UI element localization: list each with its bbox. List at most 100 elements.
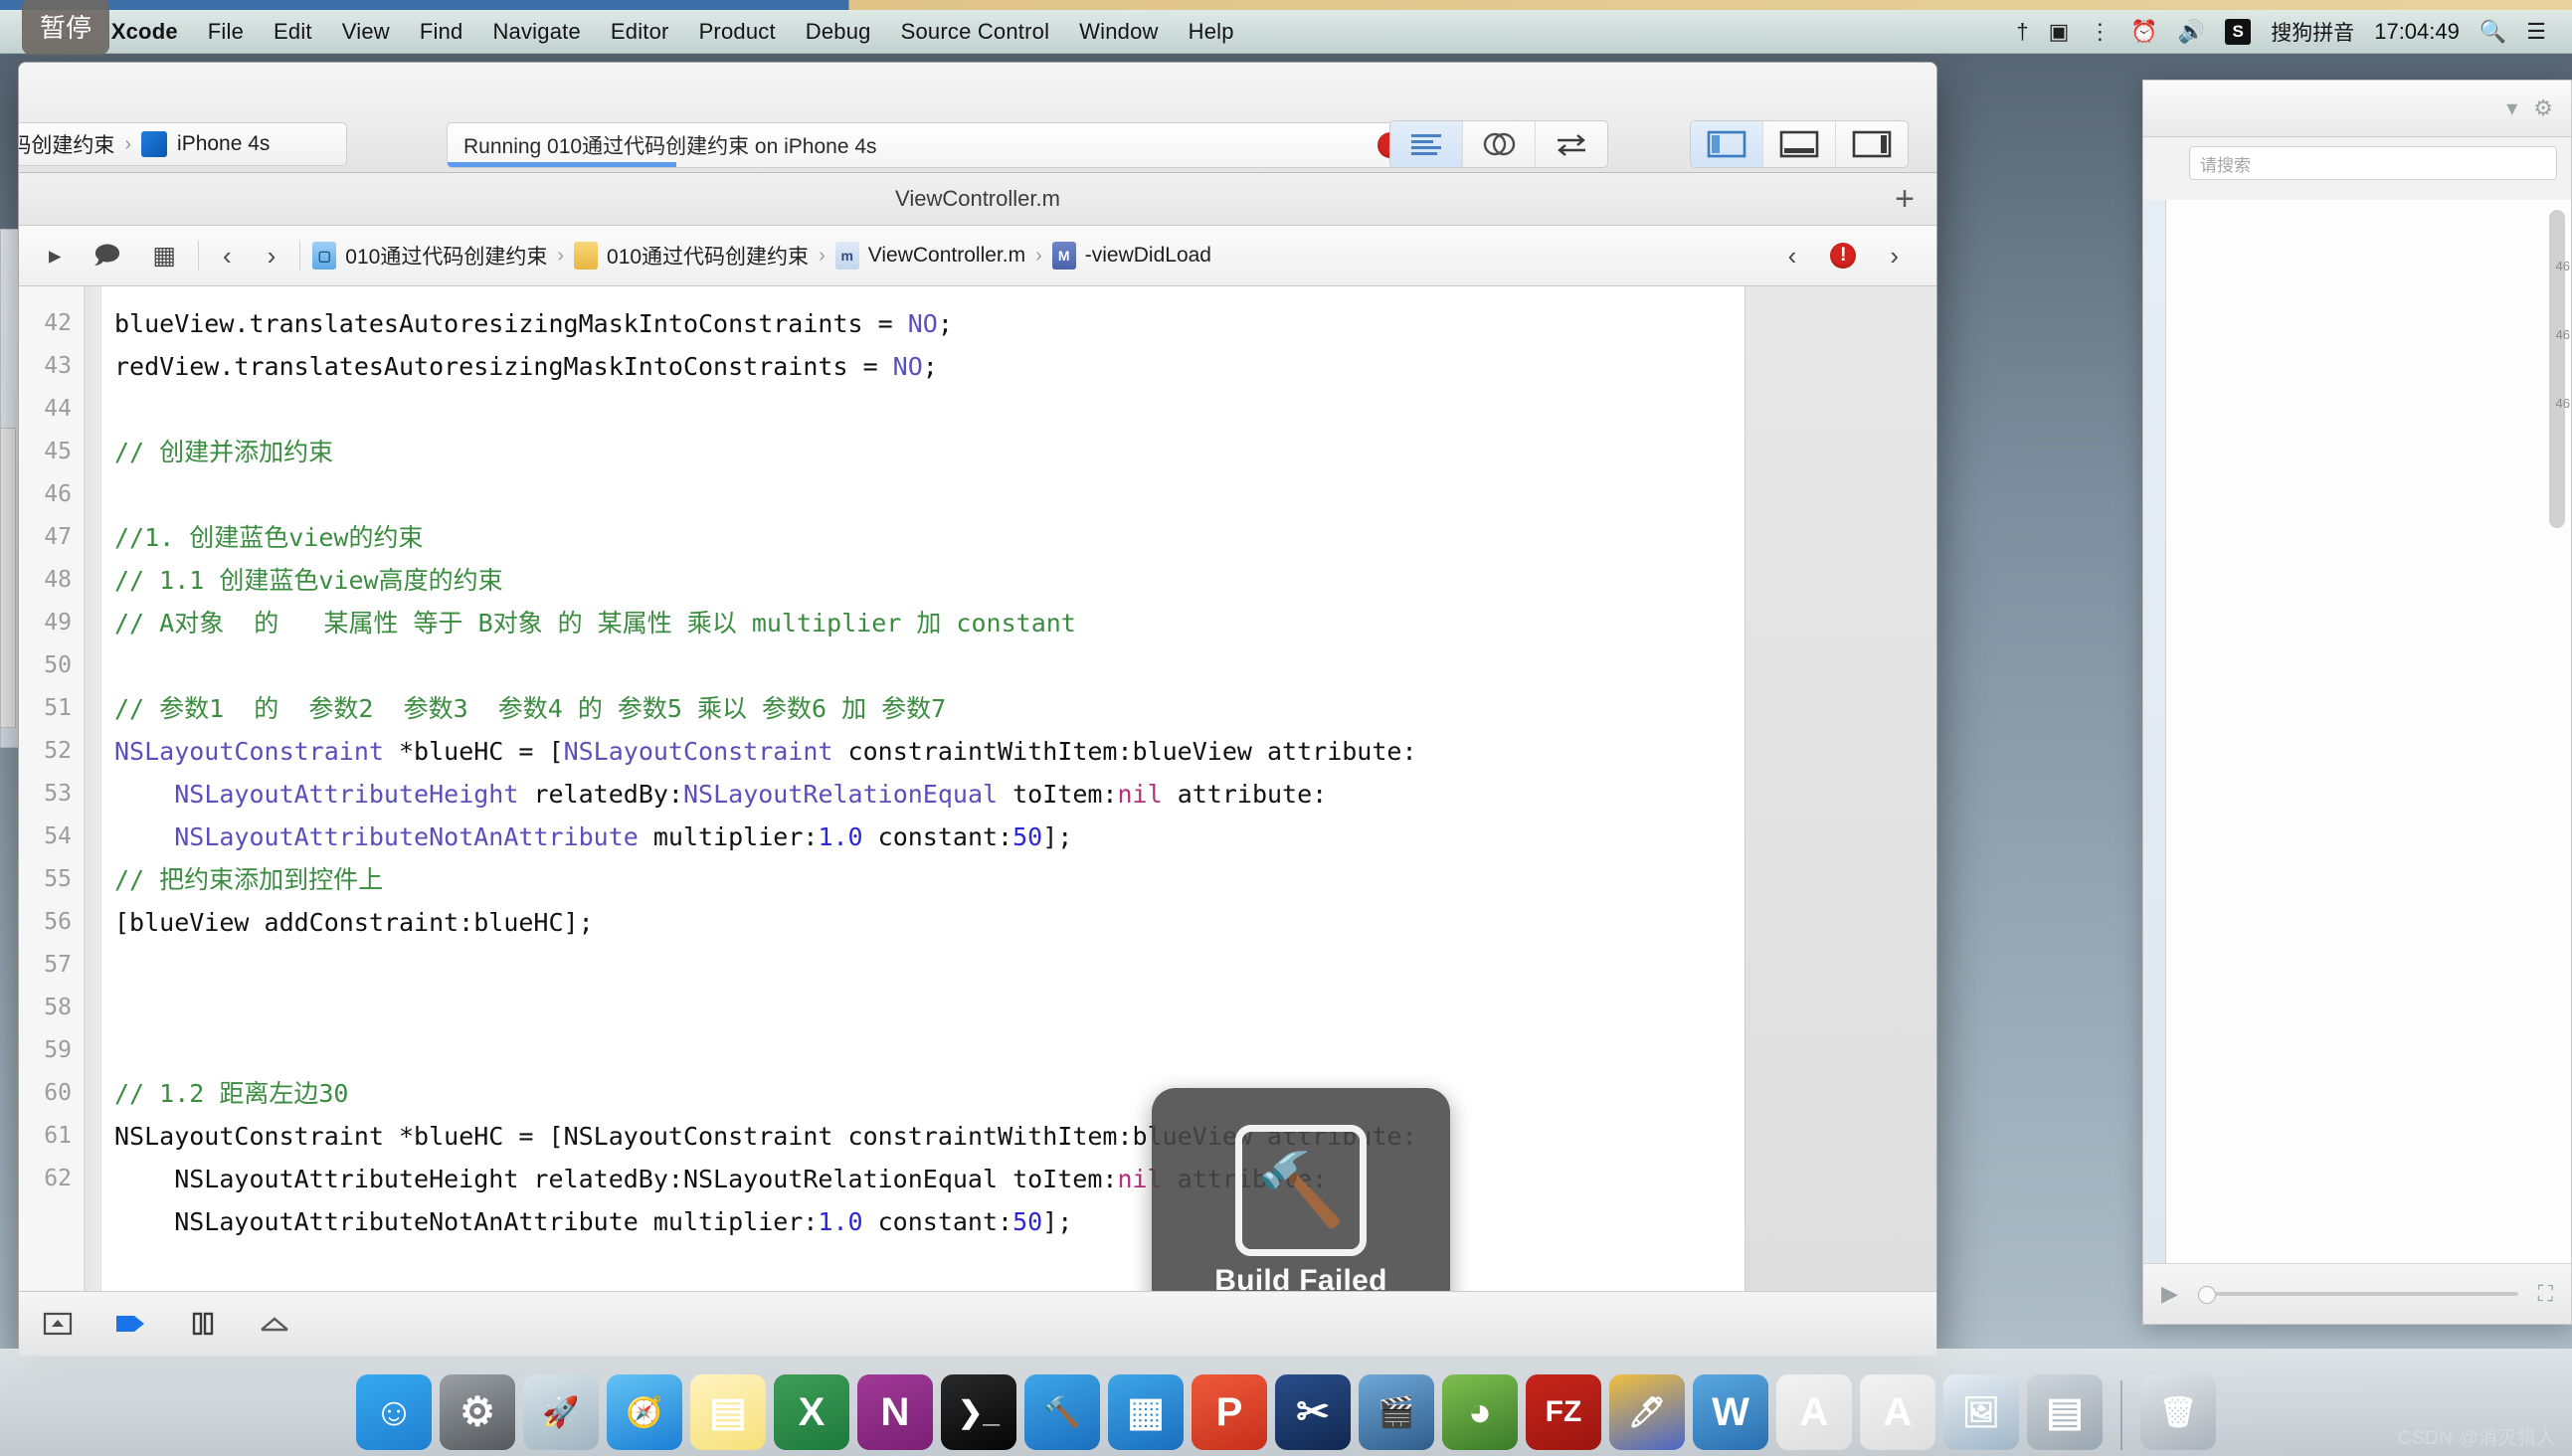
code-line[interactable]: NSLayoutAttributeNotAnAttribute multipli… [114, 1200, 1936, 1243]
version-editor-button[interactable] [1536, 121, 1607, 167]
menu-item-debug[interactable]: Debug [791, 19, 886, 45]
code-line[interactable] [114, 1243, 1936, 1286]
code-line[interactable]: // A对象 的 某属性 等于 B对象 的 某属性 乘以 multiplier … [114, 602, 1936, 644]
code-line[interactable]: NSLayoutConstraint *blueHC = [NSLayoutCo… [114, 730, 1936, 773]
code-line[interactable] [114, 473, 1936, 516]
menu-item-view[interactable]: View [327, 19, 405, 45]
dock-item-app-store-a[interactable]: A [1776, 1374, 1852, 1450]
code-line[interactable]: NSLayoutAttributeHeight relatedBy:NSLayo… [114, 773, 1936, 816]
related-items-icon[interactable]: ▦ [136, 244, 192, 269]
breadcrumb-item-method[interactable]: M -viewDidLoad [1046, 242, 1217, 270]
menu-item-file[interactable]: File [193, 19, 259, 45]
playback-slider[interactable] [2198, 1292, 2518, 1296]
dock-item-sketch-pen[interactable]: 🖊 [1609, 1374, 1685, 1450]
input-method-badge[interactable]: S [2225, 19, 2251, 45]
code-line[interactable]: // 创建并添加约束 [114, 431, 1936, 473]
play-icon[interactable]: ▶ [2161, 1283, 2178, 1305]
menu-item-navigate[interactable]: Navigate [477, 19, 595, 45]
code-line[interactable]: [blueView addConstraint:blueHC]; [114, 901, 1936, 944]
pause-button[interactable] [190, 1311, 216, 1337]
dock-item-navicat[interactable]: ◕ [1442, 1374, 1518, 1450]
scheme-selector[interactable]: 10通过代码创建约束 › iPhone 4s [18, 122, 347, 166]
code-line[interactable]: //1. 创建蓝色view的约束 [114, 516, 1936, 559]
dock-item-app-store-b[interactable]: A [1860, 1374, 1935, 1450]
dock-item-launchpad[interactable]: 🚀 [523, 1374, 599, 1450]
dock-item-xcode[interactable]: 🔨 [1024, 1374, 1100, 1450]
dock-item-preview[interactable]: 🖼 [1943, 1374, 2019, 1450]
fullscreen-icon[interactable]: ⛶ [2538, 1283, 2553, 1305]
dock-item-onenote[interactable]: N [857, 1374, 933, 1450]
code-line[interactable] [114, 388, 1936, 431]
dock-item-word[interactable]: W [1693, 1374, 1768, 1450]
left-background-window-b[interactable] [0, 428, 16, 728]
previous-issue-button[interactable]: ‹ [1770, 241, 1815, 272]
code-line[interactable] [114, 1029, 1936, 1072]
dock-item-trash[interactable]: 🗑 [2140, 1374, 2216, 1450]
input-method-label[interactable]: 搜狗拼音 [2271, 17, 2354, 47]
next-issue-button[interactable]: › [1872, 241, 1917, 272]
code-line[interactable]: // 1.2 距离左边30 [114, 1072, 1936, 1115]
dock-item-pdf-reader[interactable]: P [1192, 1374, 1267, 1450]
screen-record-icon[interactable]: ▣ [2049, 21, 2070, 43]
navigate-back-button[interactable]: ‹ [205, 241, 250, 272]
breadcrumb-item-folder[interactable]: 010通过代码创建约束 [568, 241, 815, 271]
dock-item-video-editor[interactable]: 🎬 [1359, 1374, 1434, 1450]
background-window[interactable]: ▾ ⚙ 请搜索 ▶ ⛶ [2142, 80, 2572, 1325]
assistant-editor-button[interactable] [1463, 121, 1536, 167]
dock-item-safari[interactable]: 🧭 [607, 1374, 682, 1450]
breadcrumb-item-file[interactable]: m ViewController.m [829, 242, 1031, 270]
notification-center-icon[interactable]: ☰ [2526, 21, 2546, 43]
gear-icon[interactable]: ⚙ [2533, 97, 2553, 119]
code-line[interactable] [114, 987, 1936, 1029]
step-over-button[interactable] [258, 1312, 291, 1336]
menu-bar-clock[interactable]: 17:04:49 [2374, 19, 2460, 45]
menu-item-window[interactable]: Window [1064, 19, 1173, 45]
menu-item-source-control[interactable]: Source Control [886, 19, 1065, 45]
dock-item-terminal[interactable]: ❯_ [941, 1374, 1016, 1450]
audio-wave-icon[interactable]: ⋮ [2089, 21, 2111, 43]
plus-icon[interactable]: + [1895, 182, 1915, 216]
bluetooth-icon[interactable]: † [2016, 21, 2028, 43]
menu-item-product[interactable]: Product [684, 19, 791, 45]
code-line[interactable] [114, 944, 1936, 987]
toggle-debug-area-button[interactable] [1763, 121, 1836, 167]
standard-editor-button[interactable] [1390, 121, 1463, 167]
chevron-icon[interactable]: ▾ [2506, 97, 2517, 119]
dock-item-excel[interactable]: X [774, 1374, 849, 1450]
menu-item-edit[interactable]: Edit [259, 19, 327, 45]
dock-item-snipaste[interactable]: ✂ [1275, 1374, 1351, 1450]
dock-item-finder[interactable]: ☺ [356, 1374, 432, 1450]
chevron-left-small-icon[interactable]: ▸ [33, 244, 78, 269]
code-line[interactable]: // 1.1 创建蓝色view高度的约束 [114, 559, 1936, 602]
code-line[interactable]: // 参数1 的 参数2 参数3 参数4 的 参数5 乘以 参数6 加 参数7 [114, 687, 1936, 730]
code-line[interactable]: blueView.translatesAutoresizingMaskIntoC… [114, 302, 1936, 345]
dock-item-system-preferences[interactable]: ⚙ [440, 1374, 515, 1450]
code-line[interactable] [114, 644, 1936, 687]
hide-debug-area-button[interactable] [43, 1311, 73, 1337]
dock-item-filezilla[interactable]: FZ [1526, 1374, 1601, 1450]
menu-item-editor[interactable]: Editor [596, 19, 684, 45]
error-icon[interactable]: ! [1830, 243, 1856, 269]
comment-icon[interactable]: 🗩 [78, 244, 137, 269]
source-editor[interactable]: 4243444546474849505152535455565758596061… [19, 286, 1936, 1291]
menu-item-xcode[interactable]: Xcode [96, 19, 193, 45]
background-window-search-input[interactable]: 请搜索 [2189, 146, 2557, 180]
search-icon[interactable]: 🔍 [2480, 21, 2506, 43]
code-line[interactable]: NSLayoutAttributeNotAnAttribute multipli… [114, 816, 1936, 858]
navigate-forward-button[interactable]: › [250, 241, 294, 272]
dock-item-downloads-stack[interactable]: ▤ [2027, 1374, 2103, 1450]
code-content[interactable]: blueView.translatesAutoresizingMaskIntoC… [85, 286, 1936, 1291]
code-line[interactable]: // 把约束添加到控件上 [114, 858, 1936, 901]
breadcrumb-item-project[interactable]: ▢ 010通过代码创建约束 [306, 241, 553, 271]
code-line[interactable]: redView.translatesAutoresizingMaskIntoCo… [114, 345, 1936, 388]
volume-icon[interactable]: 🔊 [2178, 21, 2205, 43]
dock-item-xcode-beta[interactable]: ▦ [1108, 1374, 1184, 1450]
code-line[interactable]: NSLayoutConstraint *blueHC = [NSLayoutCo… [114, 1115, 1936, 1158]
toggle-navigator-button[interactable] [1691, 121, 1763, 167]
continue-button[interactable] [114, 1312, 148, 1336]
activity-status-bar[interactable]: Running 010通过代码创建约束 on iPhone 4s ! 1 [447, 122, 1441, 168]
menu-item-help[interactable]: Help [1174, 19, 1249, 45]
toggle-utilities-button[interactable] [1836, 121, 1908, 167]
menu-item-find[interactable]: Find [405, 19, 478, 45]
code-line[interactable]: NSLayoutAttributeHeight relatedBy:NSLayo… [114, 1158, 1936, 1200]
